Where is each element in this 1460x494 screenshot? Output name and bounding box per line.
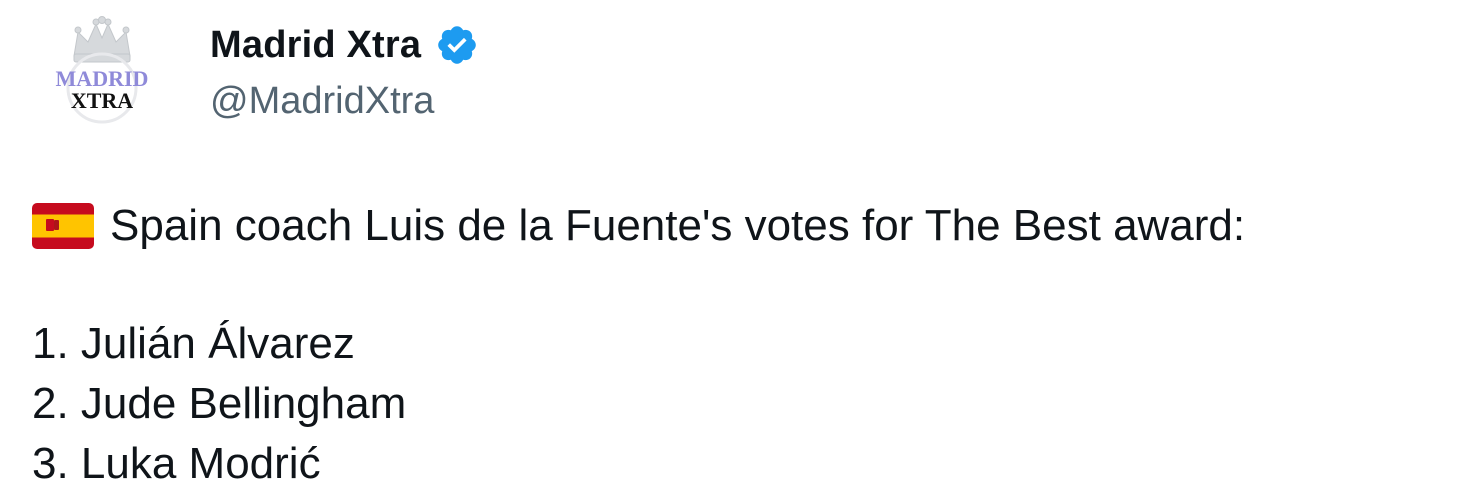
tweet-text: Spain coach Luis de la Fuente's votes fo… [32, 196, 1442, 494]
svg-text:XTRA: XTRA [71, 88, 133, 113]
author-name-row: Madrid Xtra [210, 20, 479, 70]
vote-item-3: 3. Luka Modrić [32, 439, 321, 488]
madrid-xtra-logo-icon: MADRID XTRA [40, 8, 164, 132]
tweet: MADRID XTRA Madrid Xtra @MadridXtra Spai… [0, 0, 1460, 488]
tweet-headline: Spain coach Luis de la Fuente's votes fo… [32, 196, 1442, 256]
author-handle[interactable]: @MadridXtra [210, 80, 434, 123]
display-name[interactable]: Madrid Xtra [210, 24, 421, 67]
avatar[interactable]: MADRID XTRA [40, 8, 164, 132]
vote-item-2: 2. Jude Bellingham [32, 379, 407, 428]
verified-badge-icon [435, 23, 479, 67]
vote-item-1: 1. Julián Álvarez [32, 319, 355, 368]
headline-text: Spain coach Luis de la Fuente's votes fo… [110, 201, 1246, 250]
spain-flag-icon [32, 203, 94, 249]
